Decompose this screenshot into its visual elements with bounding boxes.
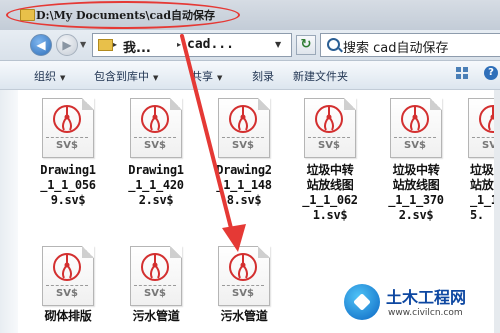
back-button[interactable]: ◀ — [30, 34, 52, 56]
search-placeholder: 搜索 cad自动保存 — [343, 41, 449, 56]
watermark-url: www.civilcn.com — [388, 308, 463, 318]
dwg-compass-icon — [229, 105, 257, 133]
recent-pages-dropdown-icon[interactable]: ▼ — [80, 40, 86, 49]
file-item[interactable]: SV$ 污水管道 — [118, 246, 194, 324]
search-icon — [327, 38, 340, 51]
share-label: 共享 — [191, 70, 213, 83]
sv-file-icon: SV$ — [390, 98, 442, 158]
file-name: Drawing1 _1_1_420 2.sv$ — [128, 163, 184, 207]
file-label-divider — [222, 137, 264, 138]
dwg-compass-icon — [229, 253, 257, 281]
chevron-right-icon[interactable]: ▸ — [177, 40, 181, 49]
file-item[interactable]: SV$ Drawing2 _1_1_148 8.sv$ — [206, 98, 282, 208]
file-label-divider — [308, 137, 350, 138]
burn-label: 刻录 — [252, 70, 274, 83]
watermark-title: 土木工程网 — [386, 288, 467, 307]
dwg-compass-icon — [141, 105, 169, 133]
sv-file-icon: SV$ — [218, 246, 270, 306]
file-item[interactable]: SV$ 污水管道 — [206, 246, 282, 324]
file-extension-label: SV$ — [56, 288, 78, 299]
file-extension-label: SV$ — [482, 140, 494, 151]
file-item[interactable]: SV$ Drawing1 _1_1_420 2.sv$ — [118, 98, 194, 208]
chevron-right-icon[interactable]: ▸ — [113, 40, 117, 49]
share-menu[interactable]: 共享 ▼ — [191, 68, 222, 84]
dwg-compass-icon — [315, 105, 343, 133]
dwg-compass-icon — [53, 105, 81, 133]
new-folder-button[interactable]: 新建文件夹 — [293, 68, 348, 84]
include-in-library-menu[interactable]: 包含到库中 ▼ — [94, 68, 158, 84]
file-item[interactable]: SV$ 垃圾中转 站放线图 _1_1_062 1.sv$ — [292, 98, 368, 223]
sv-file-icon: SV$ — [130, 98, 182, 158]
file-label-divider — [46, 285, 88, 286]
file-extension-label: SV$ — [232, 288, 254, 299]
view-options-icon[interactable] — [456, 67, 470, 81]
file-item[interactable]: SV$ 砌体排版 — [30, 246, 106, 324]
watermark: 土木工程网 www.civilcn.com — [338, 276, 500, 333]
sv-file-icon: SV$ — [42, 246, 94, 306]
chevron-down-icon: ▼ — [60, 74, 66, 82]
view-options-icon-cell — [456, 74, 461, 79]
file-extension-label: SV$ — [232, 140, 254, 151]
sv-file-icon: SV$ — [304, 98, 356, 158]
file-item[interactable]: SV$ 垃圾中转 站放线图 _1_1_370 2.sv$ — [378, 98, 454, 223]
dwg-compass-icon — [401, 105, 429, 133]
chevron-down-icon[interactable]: ▼ — [275, 40, 281, 49]
sv-file-icon: SV$ — [130, 246, 182, 306]
file-label-divider — [46, 137, 88, 138]
file-name: 垃圾中转 站放线图 _1_1_062 1.sv$ — [302, 163, 358, 222]
file-extension-label: SV$ — [318, 140, 340, 151]
file-label-divider — [472, 137, 494, 138]
sv-file-icon: SV$ — [218, 98, 270, 158]
file-name: 砌体排版 — [44, 309, 92, 323]
dwg-compass-icon — [479, 105, 494, 133]
file-extension-label: SV$ — [56, 140, 78, 151]
file-extension-label: SV$ — [144, 288, 166, 299]
address-bar[interactable]: ▸ 我... ▸ cad... ▼ — [92, 33, 292, 57]
file-extension-label: SV$ — [144, 140, 166, 151]
file-extension-label: SV$ — [404, 140, 426, 151]
sv-file-icon: SV$ — [468, 98, 494, 158]
search-input[interactable]: 搜索 cad自动保存 — [320, 33, 500, 57]
file-name: 垃圾 站放 _1_1 5. — [470, 163, 494, 222]
file-name: Drawing2 _1_1_148 8.sv$ — [216, 163, 272, 207]
chevron-down-icon: ▼ — [217, 74, 223, 82]
file-label-divider — [394, 137, 436, 138]
dwg-compass-icon — [53, 253, 81, 281]
view-options-icon-cell — [463, 67, 468, 72]
view-options-icon-cell — [456, 67, 461, 72]
command-toolbar: 组织 ▼ 包含到库中 ▼ 共享 ▼ 刻录 新建文件夹 — [0, 61, 500, 90]
sv-file-icon: SV$ — [42, 98, 94, 158]
organize-menu[interactable]: 组织 ▼ — [34, 68, 65, 84]
file-label-divider — [134, 285, 176, 286]
file-name: Drawing1 _1_1_056 9.sv$ — [40, 163, 96, 207]
organize-label: 组织 — [34, 70, 56, 83]
help-icon[interactable]: ? — [484, 66, 498, 80]
file-label-divider — [134, 137, 176, 138]
file-name: 垃圾中转 站放线图 _1_1_370 2.sv$ — [388, 163, 444, 222]
dwg-compass-icon — [141, 253, 169, 281]
file-item[interactable]: SV$ 垃圾 站放 _1_1 5. — [462, 98, 494, 223]
annotation-highlight-ellipse — [6, 1, 240, 29]
file-name: 污水管道 — [132, 309, 180, 323]
watermark-logo-icon — [344, 284, 380, 320]
burn-button[interactable]: 刻录 — [252, 68, 274, 84]
breadcrumb-segment-cad[interactable]: cad... — [187, 37, 234, 52]
refresh-button[interactable]: ↻ — [296, 35, 316, 55]
title-bar: D:\My Documents\cad自动保存 — [0, 0, 500, 30]
new-folder-label: 新建文件夹 — [293, 70, 348, 83]
forward-button[interactable]: ▶ — [56, 34, 78, 56]
file-item[interactable]: SV$ Drawing1 _1_1_056 9.sv$ — [30, 98, 106, 208]
folder-icon — [98, 39, 113, 51]
breadcrumb-segment-my-documents[interactable]: 我... — [123, 37, 151, 56]
view-options-icon-cell — [463, 74, 468, 79]
include-in-library-label: 包含到库中 — [94, 70, 149, 83]
navigation-pane-edge — [0, 90, 18, 333]
file-name: 污水管道 — [220, 309, 268, 323]
chevron-down-icon: ▼ — [153, 74, 159, 82]
file-label-divider — [222, 285, 264, 286]
